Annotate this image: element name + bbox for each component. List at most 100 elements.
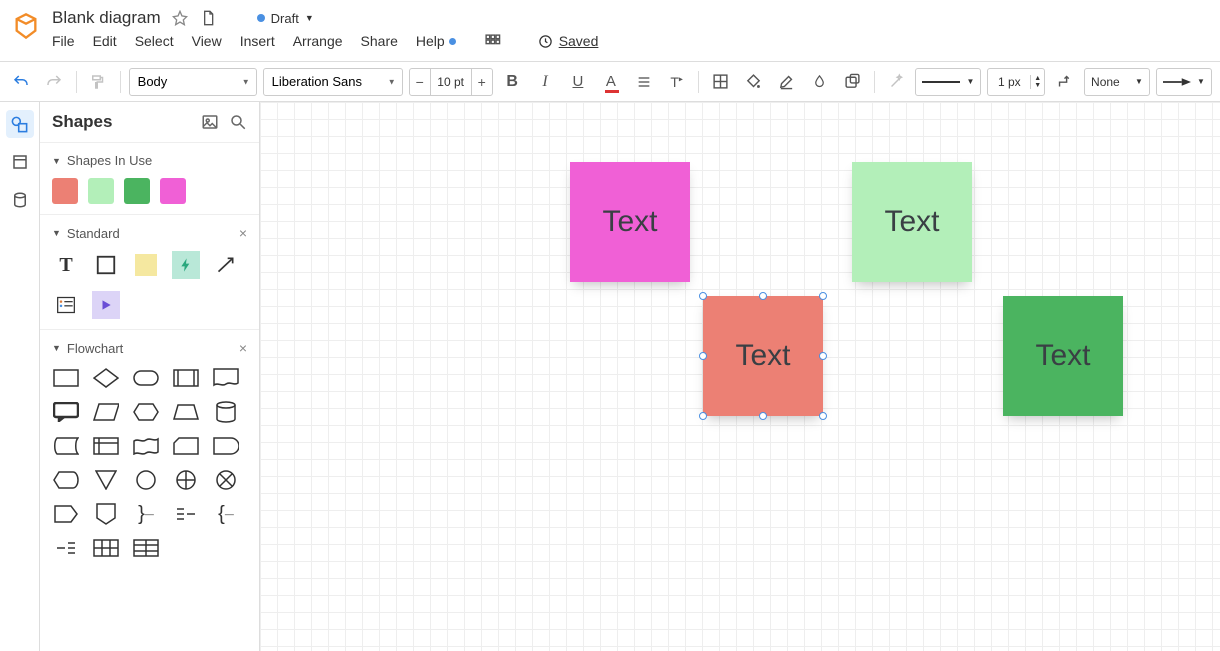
font-family-select[interactable]: Liberation Sans: [263, 68, 403, 96]
flow-grid[interactable]: [132, 536, 160, 560]
underline-button[interactable]: U: [564, 68, 591, 96]
flow-data[interactable]: [92, 400, 120, 424]
canvas[interactable]: TextTextTextText: [260, 102, 1220, 651]
flow-brace-left[interactable]: {—: [212, 502, 240, 526]
shape-arrow[interactable]: [212, 251, 240, 279]
line-width-down[interactable]: ▼: [1031, 82, 1044, 89]
flow-document[interactable]: [212, 366, 240, 390]
flow-table[interactable]: [92, 536, 120, 560]
selection-handle[interactable]: [759, 412, 767, 420]
swatch-3[interactable]: [160, 178, 186, 204]
image-icon[interactable]: [201, 113, 219, 131]
line-start-select[interactable]: None▼: [1084, 68, 1150, 96]
line-style-select[interactable]: ▼: [915, 68, 981, 96]
sticky-note-3[interactable]: Text: [1003, 296, 1123, 416]
flow-hexagon[interactable]: [132, 400, 160, 424]
section-standard[interactable]: ▼Standard×: [52, 225, 247, 241]
menu-edit[interactable]: Edit: [93, 33, 117, 49]
rail-database-button[interactable]: [6, 186, 34, 214]
flow-internal[interactable]: [92, 434, 120, 458]
magic-button[interactable]: [883, 68, 910, 96]
opacity-button[interactable]: [806, 68, 833, 96]
font-size-stepper[interactable]: − 10 pt +: [409, 68, 493, 96]
flow-sum[interactable]: [212, 468, 240, 492]
line-width-stepper[interactable]: 1 px ▲▼: [987, 68, 1045, 96]
shape-text[interactable]: T: [52, 251, 80, 279]
italic-button[interactable]: I: [532, 68, 559, 96]
swatch-0[interactable]: [52, 178, 78, 204]
menu-share[interactable]: Share: [361, 33, 398, 49]
document-icon[interactable]: [199, 9, 217, 27]
text-color-button[interactable]: A: [597, 68, 624, 96]
section-close-icon[interactable]: ×: [239, 340, 247, 356]
sticky-note-0[interactable]: Text: [570, 162, 690, 282]
align-button[interactable]: [630, 68, 657, 96]
font-size-decrease-button[interactable]: −: [410, 69, 430, 95]
undo-button[interactable]: [8, 68, 35, 96]
selection-handle[interactable]: [699, 412, 707, 420]
swatch-2[interactable]: [124, 178, 150, 204]
rail-shapes-button[interactable]: [6, 110, 34, 138]
flow-brace-right[interactable]: }—: [132, 502, 160, 526]
flow-predefined[interactable]: [172, 366, 200, 390]
document-title[interactable]: Blank diagram: [52, 8, 161, 28]
flow-offpage[interactable]: [92, 502, 120, 526]
selection-handle[interactable]: [819, 352, 827, 360]
fill-color-button[interactable]: [740, 68, 767, 96]
flow-process[interactable]: [52, 366, 80, 390]
line-routing-button[interactable]: [1051, 68, 1078, 96]
format-painter-button[interactable]: [85, 68, 112, 96]
menu-view[interactable]: View: [192, 33, 222, 49]
selection-handle[interactable]: [699, 292, 707, 300]
font-size-increase-button[interactable]: +: [472, 69, 492, 95]
apps-icon[interactable]: [484, 32, 502, 50]
menu-arrange[interactable]: Arrange: [293, 33, 343, 49]
menu-help[interactable]: Help: [416, 33, 456, 49]
flow-note-right[interactable]: [172, 502, 200, 526]
flow-merge[interactable]: [92, 468, 120, 492]
flow-terminator[interactable]: [132, 366, 160, 390]
flow-card[interactable]: [172, 434, 200, 458]
flow-display[interactable]: [52, 468, 80, 492]
selection-handle[interactable]: [699, 352, 707, 360]
layout-button[interactable]: [707, 68, 734, 96]
flow-or[interactable]: [172, 468, 200, 492]
star-icon[interactable]: [171, 9, 189, 27]
selection-handle[interactable]: [819, 292, 827, 300]
shape-note[interactable]: [132, 251, 160, 279]
section-flowchart[interactable]: ▼Flowchart×: [52, 340, 247, 356]
menu-select[interactable]: Select: [135, 33, 174, 49]
menu-file[interactable]: File: [52, 33, 75, 49]
flow-callout[interactable]: [52, 400, 80, 424]
swatch-1[interactable]: [88, 178, 114, 204]
shape-rectangle[interactable]: [92, 251, 120, 279]
text-options-button[interactable]: T▸: [663, 68, 690, 96]
shape-play[interactable]: [92, 291, 120, 319]
redo-button[interactable]: [41, 68, 68, 96]
menu-insert[interactable]: Insert: [240, 33, 275, 49]
flow-pentagon[interactable]: [52, 502, 80, 526]
shape-list[interactable]: [52, 291, 80, 319]
line-width-up[interactable]: ▲: [1031, 75, 1044, 82]
selection-handle[interactable]: [819, 412, 827, 420]
section-shapes-in-use[interactable]: ▼Shapes In Use: [52, 153, 247, 168]
sticky-note-1[interactable]: Text: [852, 162, 972, 282]
flow-decision[interactable]: [92, 366, 120, 390]
flow-note-left[interactable]: [52, 536, 80, 560]
font-size-value[interactable]: 10 pt: [430, 69, 472, 95]
shape-bolt[interactable]: [172, 251, 200, 279]
selection-handle[interactable]: [759, 292, 767, 300]
border-color-button[interactable]: [773, 68, 800, 96]
draft-status[interactable]: Draft ▼: [257, 11, 314, 26]
line-end-select[interactable]: ▼: [1156, 68, 1212, 96]
shape-options-button[interactable]: [839, 68, 866, 96]
flow-tape[interactable]: [132, 434, 160, 458]
section-close-icon[interactable]: ×: [239, 225, 247, 241]
bold-button[interactable]: B: [499, 68, 526, 96]
flow-stored[interactable]: [52, 434, 80, 458]
sticky-note-2[interactable]: Text: [703, 296, 823, 416]
search-icon[interactable]: [229, 113, 247, 131]
flow-connector[interactable]: [132, 468, 160, 492]
rail-container-button[interactable]: [6, 148, 34, 176]
flow-trapezoid[interactable]: [172, 400, 200, 424]
